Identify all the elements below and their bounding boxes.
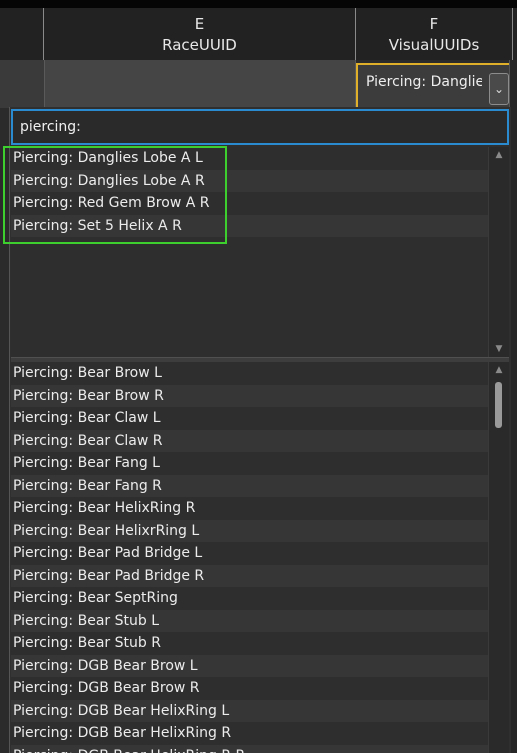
list-item[interactable]: Piercing: Bear Stub L bbox=[11, 609, 488, 632]
scroll-up-icon[interactable]: ▲ bbox=[489, 150, 509, 160]
list-item[interactable]: Piercing: Set 5 Helix A R bbox=[11, 214, 488, 237]
list-item[interactable]: Piercing: DGB Bear Brow L bbox=[11, 654, 488, 677]
scroll-down-icon[interactable]: ▼ bbox=[489, 344, 509, 354]
list-item[interactable]: Piercing: Danglies Lobe A R bbox=[11, 169, 488, 192]
list-item[interactable]: Piercing: Bear Fang L bbox=[11, 452, 488, 475]
list-item[interactable]: Piercing: Bear HelixRing R bbox=[11, 497, 488, 520]
list-item[interactable]: Piercing: DGB Bear Brow R bbox=[11, 677, 488, 700]
list-item[interactable]: Piercing: Red Gem Brow A R bbox=[11, 192, 488, 215]
search-input[interactable] bbox=[11, 109, 509, 145]
list-item[interactable]: Piercing: Bear Pad Bridge L bbox=[11, 542, 488, 565]
list-item[interactable]: Piercing: Bear Fang R bbox=[11, 474, 488, 497]
list-item[interactable]: Piercing: Bear Stub R bbox=[11, 632, 488, 655]
list-item[interactable]: Piercing: Bear SeptRing bbox=[11, 587, 488, 610]
list-item[interactable]: Piercing: DGB Bear HelixRing R R bbox=[11, 744, 488, 753]
column-letter: E bbox=[194, 15, 205, 33]
scroll-thumb[interactable] bbox=[495, 382, 502, 428]
list-item[interactable]: Piercing: DGB Bear HelixRing R bbox=[11, 722, 488, 745]
column-header-f[interactable]: F VisualUUIDs bbox=[356, 8, 513, 60]
cell-e[interactable] bbox=[44, 60, 356, 108]
all-items-scrollbar[interactable]: ▲ bbox=[488, 362, 509, 753]
list-item[interactable]: Piercing: DGB Bear HelixRing L bbox=[11, 699, 488, 722]
cell-d[interactable] bbox=[0, 60, 44, 108]
filtered-list-scrollbar[interactable]: ▲ ▼ bbox=[488, 147, 509, 357]
dropdown-button[interactable]: ⌄ bbox=[489, 73, 509, 105]
column-header-e[interactable]: E RaceUUID bbox=[44, 8, 356, 60]
column-name: RaceUUID bbox=[162, 36, 237, 54]
list-item[interactable]: Piercing: Bear Brow L bbox=[11, 362, 488, 385]
all-items-list[interactable]: Piercing: Bear Brow L Piercing: Bear Bro… bbox=[11, 362, 488, 753]
chevron-down-icon: ⌄ bbox=[493, 82, 505, 96]
column-header-d[interactable] bbox=[0, 8, 44, 60]
list-item[interactable]: Piercing: Bear Claw L bbox=[11, 407, 488, 430]
top-bar bbox=[0, 0, 517, 8]
list-item[interactable]: Piercing: Bear Claw R bbox=[11, 429, 488, 452]
column-header-g bbox=[513, 8, 517, 60]
active-cell-visual-uuids[interactable]: Piercing: Danglies ⌄ bbox=[356, 63, 513, 109]
list-item[interactable]: Piercing: Bear HelixrRing L bbox=[11, 519, 488, 542]
list-item[interactable]: Piercing: Danglies Lobe A L bbox=[11, 147, 488, 170]
active-cell-value: Piercing: Danglies bbox=[366, 74, 482, 90]
filtered-list[interactable]: Piercing: Danglies Lobe A L Piercing: Da… bbox=[11, 147, 488, 357]
list-item[interactable]: Piercing: Bear Pad Bridge R bbox=[11, 564, 488, 587]
scroll-up-icon[interactable]: ▲ bbox=[489, 365, 509, 375]
list-item[interactable]: Piercing: Bear Brow R bbox=[11, 384, 488, 407]
column-name: VisualUUIDs bbox=[388, 36, 480, 54]
column-letter: F bbox=[429, 15, 439, 33]
